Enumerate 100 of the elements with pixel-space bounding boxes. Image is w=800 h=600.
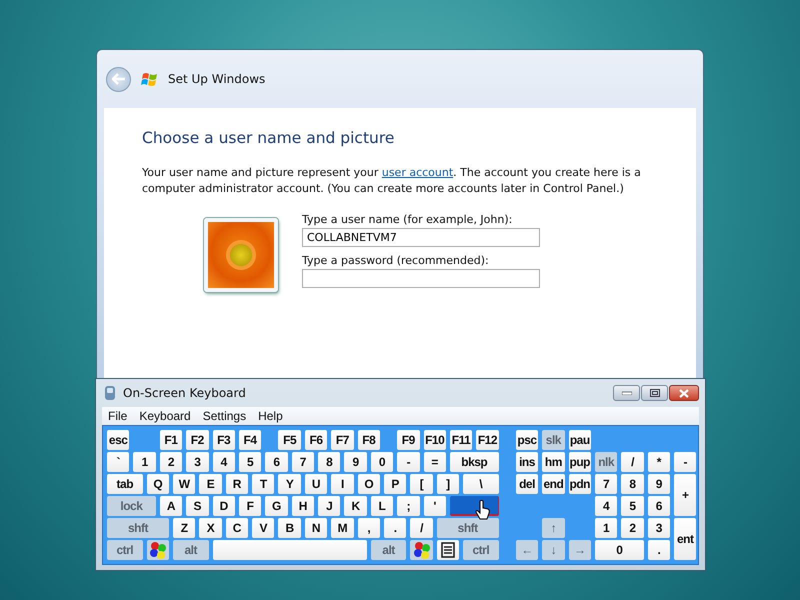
keycap[interactable]: F9 [397, 430, 420, 450]
keycap[interactable]: pau [568, 430, 591, 450]
keycap[interactable]: ins [516, 452, 538, 472]
keycap[interactable]: 7 [594, 474, 618, 494]
keycap[interactable]: nlk [594, 452, 618, 472]
keycap[interactable]: 7 [292, 452, 314, 472]
keycap[interactable]: 6 [648, 496, 670, 516]
keycap[interactable]: * [648, 452, 670, 472]
keycap[interactable]: F [238, 496, 262, 516]
keycap[interactable]: . [384, 518, 406, 538]
keycap[interactable]: 0 [594, 540, 644, 560]
keycap[interactable]: ent [674, 518, 696, 560]
keycap[interactable]: 2 [160, 452, 182, 472]
keycap[interactable]: J [318, 496, 340, 516]
keycap[interactable]: [ [410, 474, 433, 494]
keycap[interactable]: ctrl [107, 540, 143, 560]
keycap[interactable]: / [621, 452, 644, 472]
keycap[interactable]: B [278, 518, 301, 538]
minimize-button[interactable] [613, 385, 640, 401]
keycap[interactable]: F11 [450, 430, 472, 450]
keycap[interactable]: F4 [238, 430, 262, 450]
keycap[interactable]: S [186, 496, 208, 516]
keycap[interactable]: L [370, 496, 394, 516]
keycap[interactable]: esc [107, 430, 130, 450]
keycap[interactable]: hm [542, 452, 565, 472]
keycap[interactable]: 0 [370, 452, 394, 472]
keycap[interactable]: → [568, 540, 591, 560]
keycap[interactable]: F5 [278, 430, 301, 450]
close-button[interactable] [669, 385, 699, 401]
keycap[interactable]: del [516, 474, 538, 494]
keycap[interactable]: lock [107, 496, 156, 516]
keycap[interactable]: N [304, 518, 328, 538]
keycap[interactable]: . [648, 540, 670, 560]
keycap[interactable]: ] [436, 474, 460, 494]
keycap[interactable]: F1 [160, 430, 182, 450]
keycap[interactable]: F7 [331, 430, 354, 450]
keycap[interactable]: / [410, 518, 433, 538]
keycap[interactable]: 9 [648, 474, 670, 494]
keycap[interactable]: 2 [621, 518, 644, 538]
keycap[interactable]: alt [370, 540, 406, 560]
keycap[interactable]: pup [568, 452, 591, 472]
keycap[interactable]: ↑ [542, 518, 565, 538]
keycap[interactable]: end [542, 474, 565, 494]
keycap[interactable]: 8 [621, 474, 644, 494]
menu-item[interactable]: File [108, 409, 140, 423]
keycap[interactable]: W [172, 474, 196, 494]
keycap[interactable]: F2 [186, 430, 208, 450]
username-field[interactable]: COLLABNETVM7 [302, 228, 540, 247]
keycap[interactable]: alt [172, 540, 208, 560]
keycap[interactable]: shft [107, 518, 169, 538]
keycap[interactable]: Z [172, 518, 196, 538]
keycap[interactable]: F12 [476, 430, 499, 450]
keycap[interactable]: P [384, 474, 406, 494]
keycap[interactable]: C [226, 518, 248, 538]
keycap[interactable]: F8 [358, 430, 380, 450]
back-button[interactable] [106, 66, 131, 92]
keycap[interactable]: , [358, 518, 380, 538]
keycap[interactable]: ctrl [463, 540, 499, 560]
keycap[interactable]: 3 [648, 518, 670, 538]
keycap[interactable]: M [331, 518, 354, 538]
keycap[interactable]: pdn [568, 474, 591, 494]
keycap[interactable]: D [212, 496, 235, 516]
keycap[interactable]: R [226, 474, 248, 494]
menu-key[interactable] [436, 540, 460, 560]
keycap[interactable]: slk [542, 430, 565, 450]
keycap[interactable]: 6 [265, 452, 288, 472]
keycap[interactable]: tab [107, 474, 143, 494]
windows-key[interactable] [410, 540, 433, 560]
keycap[interactable]: 1 [133, 452, 156, 472]
user-account-link[interactable]: user account [382, 166, 454, 179]
keycap[interactable]: T [252, 474, 274, 494]
keycap[interactable]: - [674, 452, 696, 472]
keycap[interactable]: F10 [424, 430, 446, 450]
keycap[interactable]: E [199, 474, 222, 494]
keycap[interactable]: bksp [450, 452, 499, 472]
keycap[interactable]: 3 [186, 452, 208, 472]
password-field[interactable] [302, 269, 540, 288]
keycap[interactable]: 8 [318, 452, 340, 472]
keycap[interactable]: Y [278, 474, 301, 494]
menu-item[interactable]: Help [258, 409, 295, 423]
menu-item[interactable]: Settings [202, 409, 258, 423]
keycap[interactable]: ; [397, 496, 420, 516]
keycap[interactable]: G [265, 496, 288, 516]
keycap[interactable]: Q [146, 474, 169, 494]
keycap[interactable]: ' [424, 496, 446, 516]
keycap[interactable]: + [674, 474, 696, 516]
photo-placeholder[interactable] [204, 218, 278, 292]
menu-item[interactable]: Keyboard [139, 409, 203, 423]
keycap[interactable]: 4 [594, 496, 618, 516]
keycap[interactable]: 4 [212, 452, 235, 472]
keycap[interactable]: ↓ [542, 540, 565, 560]
keycap[interactable]: 9 [344, 452, 367, 472]
keycap[interactable]: 5 [238, 452, 262, 472]
keycap[interactable]: H [292, 496, 314, 516]
keycap[interactable]: O [358, 474, 380, 494]
keycap[interactable]: \ [463, 474, 499, 494]
keycap[interactable]: U [304, 474, 328, 494]
keycap[interactable]: 5 [621, 496, 644, 516]
keycap[interactable]: psc [516, 430, 538, 450]
keycap[interactable]: F6 [304, 430, 328, 450]
